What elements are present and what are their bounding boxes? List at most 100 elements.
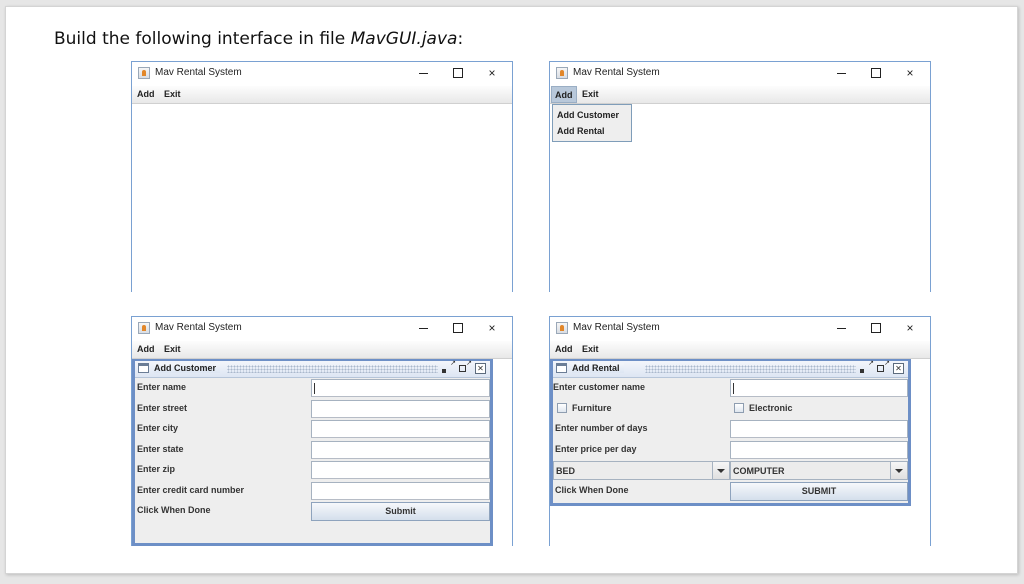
- window-content: [132, 104, 512, 292]
- window-titlebar[interactable]: Mav Rental System ×: [550, 317, 930, 341]
- electronic-combo-value: COMPUTER: [733, 466, 785, 476]
- window-title: Mav Rental System: [155, 67, 242, 78]
- form-row-price: Enter price per day: [553, 440, 908, 461]
- menu-item-add-customer[interactable]: Add Customer: [553, 107, 631, 123]
- close-icon[interactable]: ×: [900, 319, 920, 337]
- city-field[interactable]: [311, 420, 490, 438]
- minimize-icon[interactable]: [414, 319, 434, 337]
- maximize-icon[interactable]: [457, 359, 472, 374]
- menu-exit[interactable]: Exit: [579, 341, 602, 358]
- add-menu-popup: Add Customer Add Rental: [552, 104, 632, 142]
- window-titlebar[interactable]: Mav Rental System ×: [132, 62, 512, 86]
- close-icon[interactable]: ×: [482, 64, 502, 82]
- chevron-down-icon[interactable]: [890, 462, 907, 479]
- minimize-icon[interactable]: [414, 64, 434, 82]
- java-app-icon: [138, 67, 150, 79]
- submit-button[interactable]: SUBMIT: [730, 481, 908, 501]
- iconify-icon[interactable]: [859, 359, 874, 374]
- furniture-checkbox[interactable]: [557, 402, 567, 413]
- furniture-label: Furniture: [572, 402, 612, 413]
- add-rental-internal-frame: Add Rental ✕ Enter customer name Furnitu…: [550, 359, 911, 506]
- menu-add[interactable]: Add: [551, 86, 577, 103]
- label-city: Enter city: [137, 423, 179, 433]
- close-icon[interactable]: ✕: [475, 363, 486, 374]
- iconify-icon[interactable]: [441, 359, 456, 374]
- form-row-name: Enter name: [135, 378, 490, 399]
- form-row-street: Enter street: [135, 399, 490, 420]
- label-price-per-day: Enter price per day: [555, 443, 637, 454]
- internal-frame-title: Add Customer: [154, 363, 221, 373]
- heading-text: Build the following interface in file: [54, 29, 351, 49]
- menu-add[interactable]: Add: [134, 341, 158, 358]
- window-titlebar[interactable]: Mav Rental System ×: [132, 317, 512, 341]
- menu-item-add-rental[interactable]: Add Rental: [553, 123, 631, 139]
- credit-card-field[interactable]: [311, 481, 490, 500]
- street-field[interactable]: [311, 399, 490, 418]
- window-titlebar[interactable]: Mav Rental System ×: [550, 62, 930, 86]
- maximize-icon[interactable]: [866, 64, 886, 82]
- window-add-customer: Mav Rental System × Add Exit Add Custome…: [131, 316, 513, 546]
- frame-icon: [138, 363, 149, 373]
- window-add-rental: Mav Rental System × Add Exit Add Rental …: [549, 316, 931, 546]
- minimize-icon[interactable]: [832, 319, 852, 337]
- maximize-icon[interactable]: [875, 359, 890, 374]
- label-click-when-done: Click When Done: [555, 484, 629, 495]
- minimize-icon[interactable]: [832, 64, 852, 82]
- close-icon[interactable]: ×: [900, 64, 920, 82]
- number-of-days-field[interactable]: [730, 420, 908, 438]
- close-icon[interactable]: ×: [482, 319, 502, 337]
- heading-filename: MavGUI.java: [350, 29, 458, 49]
- menu-add[interactable]: Add: [552, 341, 576, 358]
- form-row-combos: BED COMPUTER: [553, 460, 908, 481]
- form-row-state: Enter state: [135, 440, 490, 461]
- state-field[interactable]: [311, 440, 490, 459]
- frame-icon: [556, 363, 567, 373]
- window-title: Mav Rental System: [573, 322, 660, 333]
- label-zip: Enter zip: [137, 464, 176, 474]
- heading-suffix: :: [457, 29, 464, 49]
- label-credit-card: Enter credit card number: [137, 484, 245, 495]
- menu-add[interactable]: Add: [134, 86, 158, 103]
- maximize-icon[interactable]: [866, 319, 886, 337]
- electronic-label: Electronic: [749, 402, 793, 413]
- window-title: Mav Rental System: [155, 322, 242, 333]
- menu-exit[interactable]: Exit: [161, 341, 184, 358]
- internal-frame-title: Add Rental: [572, 363, 624, 373]
- furniture-combo[interactable]: BED: [553, 461, 730, 480]
- label-street: Enter street: [137, 402, 188, 413]
- price-per-day-field[interactable]: [730, 440, 908, 459]
- form-row-customer-name: Enter customer name: [553, 378, 908, 399]
- titlebar-grip: [227, 365, 438, 373]
- window-content: Add Customer ✕ Enter name Enter street E…: [132, 359, 512, 546]
- label-state: Enter state: [137, 443, 184, 454]
- instruction-heading: Build the following interface in file Ma…: [54, 29, 463, 49]
- maximize-icon[interactable]: [448, 319, 468, 337]
- menu-exit[interactable]: Exit: [161, 86, 184, 103]
- label-click-when-done: Click When Done: [137, 505, 211, 515]
- electronic-combo[interactable]: COMPUTER: [730, 461, 908, 480]
- furniture-combo-value: BED: [556, 466, 576, 476]
- form-row-city: Enter city: [135, 419, 490, 440]
- submit-button[interactable]: Submit: [311, 502, 490, 521]
- form-row-zip: Enter zip: [135, 460, 490, 481]
- java-app-icon: [556, 322, 568, 334]
- chevron-down-icon[interactable]: [712, 462, 729, 479]
- add-customer-internal-frame: Add Customer ✕ Enter name Enter street E…: [132, 359, 493, 546]
- java-app-icon: [138, 322, 150, 334]
- menu-bar: Add Exit: [550, 86, 930, 104]
- zip-field[interactable]: [311, 461, 490, 479]
- maximize-icon[interactable]: [448, 64, 468, 82]
- menu-bar: Add Exit: [132, 86, 512, 104]
- form-row-credit-card: Enter credit card number: [135, 481, 490, 502]
- internal-frame-titlebar[interactable]: Add Rental ✕: [553, 359, 908, 378]
- form-row-days: Enter number of days: [553, 419, 908, 440]
- name-field[interactable]: [311, 379, 490, 397]
- internal-frame-titlebar[interactable]: Add Customer ✕: [135, 359, 490, 378]
- menu-exit[interactable]: Exit: [579, 86, 602, 103]
- customer-name-field[interactable]: [730, 379, 908, 397]
- form-row-categories: Furniture Electronic: [553, 399, 908, 420]
- close-icon[interactable]: ✕: [893, 363, 904, 374]
- label-number-of-days: Enter number of days: [555, 423, 648, 433]
- window-empty: Mav Rental System × Add Exit: [131, 61, 513, 292]
- electronic-checkbox[interactable]: [734, 402, 744, 413]
